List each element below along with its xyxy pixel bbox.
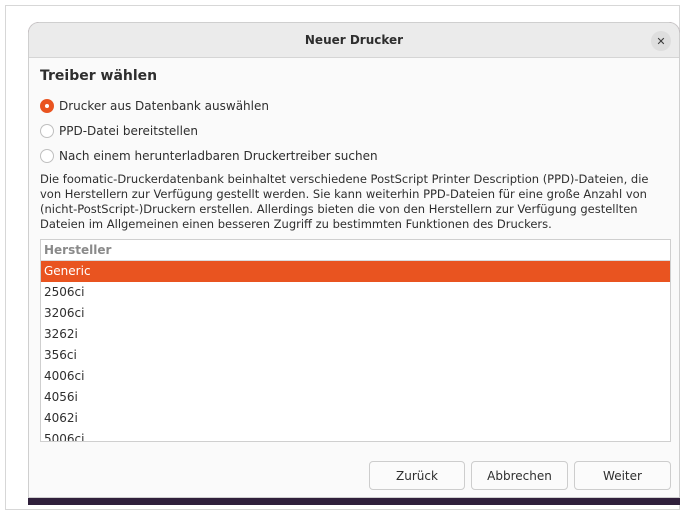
list-item[interactable]: 4006ci: [41, 366, 670, 387]
radio-button-checked[interactable]: [40, 99, 54, 113]
radio-option-database[interactable]: Drucker aus Datenbank auswählen: [40, 97, 269, 115]
dialog-title: Neuer Drucker: [304, 33, 404, 47]
section-heading: Treiber wählen: [40, 68, 158, 84]
radio-option-download-driver[interactable]: Nach einem herunterladbaren Druckertreib…: [40, 147, 378, 165]
new-printer-dialog: Neuer Drucker ✕ Treiber wählen Drucker a…: [28, 22, 680, 498]
radio-button[interactable]: [40, 149, 54, 163]
radio-option-ppd-file[interactable]: PPD-Datei bereitstellen: [40, 122, 198, 140]
list-item[interactable]: 5006ci: [41, 429, 670, 441]
dialog-titlebar: Neuer Drucker ✕: [29, 23, 679, 58]
radio-label: Nach einem herunterladbaren Druckertreib…: [59, 149, 378, 163]
radio-label: PPD-Datei bereitstellen: [59, 124, 198, 138]
back-button[interactable]: Zurück: [369, 461, 465, 490]
list-column-header[interactable]: Hersteller: [41, 240, 670, 261]
close-icon: ✕: [656, 34, 666, 48]
list-item[interactable]: 2506ci: [41, 282, 670, 303]
description-text: Die foomatic-Druckerdatenbank beinhaltet…: [40, 172, 649, 231]
list-item[interactable]: 4056i: [41, 387, 670, 408]
close-button[interactable]: ✕: [651, 31, 671, 51]
list-item[interactable]: 3206ci: [41, 303, 670, 324]
list-item[interactable]: 356ci: [41, 345, 670, 366]
radio-button[interactable]: [40, 124, 54, 138]
cancel-button[interactable]: Abbrechen: [471, 461, 568, 490]
list-item[interactable]: 4062i: [41, 408, 670, 429]
radio-label: Drucker aus Datenbank auswählen: [59, 99, 269, 113]
list-item[interactable]: Generic: [41, 261, 670, 282]
manufacturer-list[interactable]: Hersteller Generic 2506ci 3206ci 3262i 3…: [40, 239, 671, 442]
list-item[interactable]: 3262i: [41, 324, 670, 345]
next-button[interactable]: Weiter: [574, 461, 671, 490]
